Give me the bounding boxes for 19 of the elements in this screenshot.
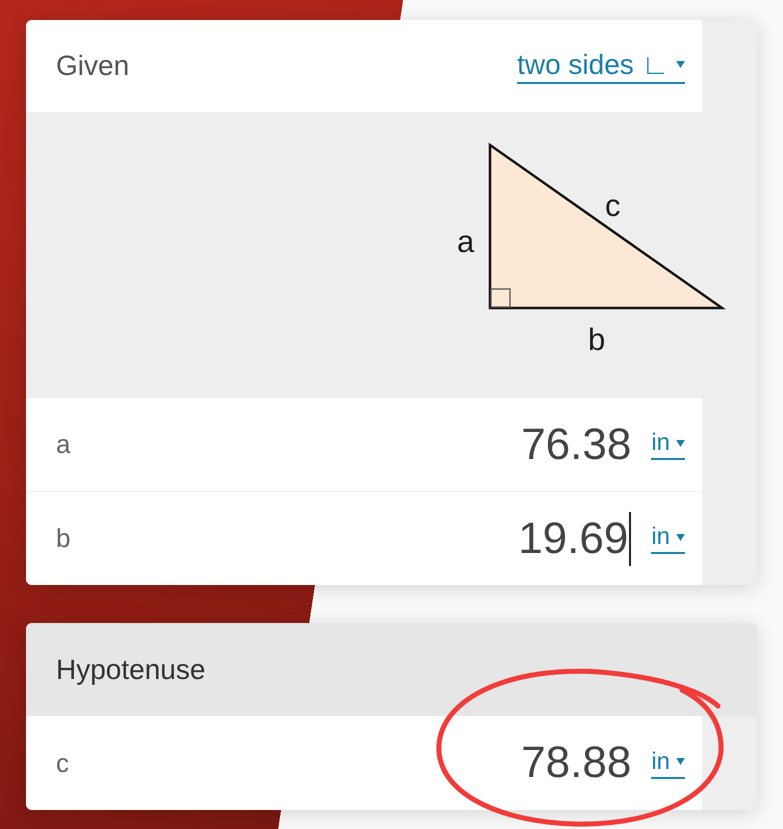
caret-down-icon — [676, 440, 685, 446]
variable-label: b — [56, 523, 72, 554]
side-label: c — [605, 188, 620, 223]
number-field[interactable]: 78.88 — [521, 735, 632, 791]
unit-dropdown[interactable]: in — [651, 429, 685, 460]
caret-down-icon — [676, 758, 685, 765]
unit-dropdown[interactable]: in — [651, 748, 685, 778]
caret-down-icon — [676, 61, 685, 68]
side-label: b — [588, 322, 606, 357]
variable-label: c — [56, 748, 70, 778]
section-title: Hypotenuse — [56, 654, 206, 686]
unit-dropdown[interactable]: in — [651, 523, 685, 554]
section-title: Given — [56, 50, 130, 82]
number-field[interactable]: 19.69 — [518, 510, 632, 566]
number-field[interactable]: 76.38 — [521, 416, 632, 472]
caret-down-icon — [676, 534, 685, 540]
mode-dropdown[interactable]: two sides ∟ — [517, 48, 685, 84]
side-label: a — [457, 224, 474, 259]
variable-label: a — [56, 429, 72, 460]
